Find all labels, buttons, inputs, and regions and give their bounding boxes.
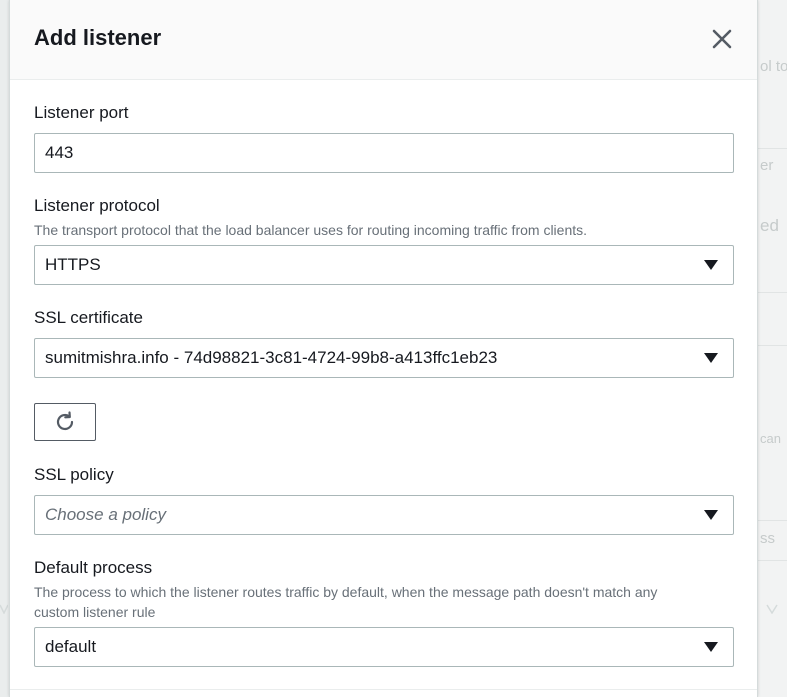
ssl-certificate-label: SSL certificate bbox=[34, 308, 143, 327]
add-listener-modal: Add listener Listener port 443 Listener … bbox=[9, 0, 758, 697]
modal-header: Add listener bbox=[10, 0, 757, 80]
ssl-policy-select[interactable]: Choose a policy bbox=[34, 495, 734, 535]
background-divider bbox=[756, 345, 787, 346]
default-process-value: default bbox=[45, 637, 97, 656]
listener-protocol-select[interactable]: HTTPS bbox=[34, 245, 734, 285]
default-process-description: The process to which the listener routes… bbox=[34, 582, 734, 622]
ssl-policy-label: SSL policy bbox=[34, 465, 114, 484]
background-divider bbox=[756, 292, 787, 293]
listener-protocol-label: Listener protocol bbox=[34, 196, 160, 215]
listener-protocol-value: HTTPS bbox=[45, 255, 101, 274]
background-divider bbox=[756, 560, 787, 561]
caret-down-icon bbox=[704, 353, 718, 363]
default-process-label: Default process bbox=[34, 558, 153, 577]
ssl-certificate-select[interactable]: sumitmishra.info - 74d98821-3c81-4724-99… bbox=[34, 338, 734, 378]
background-divider bbox=[756, 148, 787, 149]
default-process-description-line: The process to which the listener routes… bbox=[34, 584, 658, 600]
background-text-fragment: ed bbox=[760, 216, 779, 235]
refresh-certificates-button[interactable] bbox=[34, 403, 96, 441]
ssl-certificate-value: sumitmishra.info - 74d98821-3c81-4724-99… bbox=[45, 348, 498, 367]
background-text-fragment: ss bbox=[760, 530, 775, 547]
modal-title: Add listener bbox=[34, 25, 162, 50]
caret-down-icon bbox=[704, 260, 718, 270]
background-text-fragment: can bbox=[760, 431, 781, 446]
background-text-fragment: ol to bbox=[760, 58, 787, 75]
close-icon bbox=[712, 29, 732, 49]
listener-protocol-description: The transport protocol that the load bal… bbox=[34, 222, 588, 238]
default-process-description-line: custom listener rule bbox=[34, 604, 156, 620]
listener-port-input[interactable]: 443 bbox=[34, 133, 734, 173]
caret-down-icon bbox=[704, 642, 718, 652]
background-divider bbox=[756, 520, 787, 521]
listener-port-value: 443 bbox=[45, 143, 74, 162]
ssl-policy-placeholder: Choose a policy bbox=[45, 505, 166, 524]
listener-port-label: Listener port bbox=[34, 103, 129, 122]
background-left-strip bbox=[0, 0, 9, 697]
background-caret-icon bbox=[0, 604, 8, 614]
default-process-select[interactable]: default bbox=[34, 627, 734, 667]
close-button[interactable] bbox=[710, 27, 734, 51]
caret-down-icon bbox=[704, 510, 718, 520]
modal-footer-divider bbox=[10, 689, 757, 690]
refresh-icon bbox=[56, 411, 74, 431]
background-caret-icon bbox=[766, 604, 778, 614]
background-text-fragment: er bbox=[760, 157, 774, 174]
